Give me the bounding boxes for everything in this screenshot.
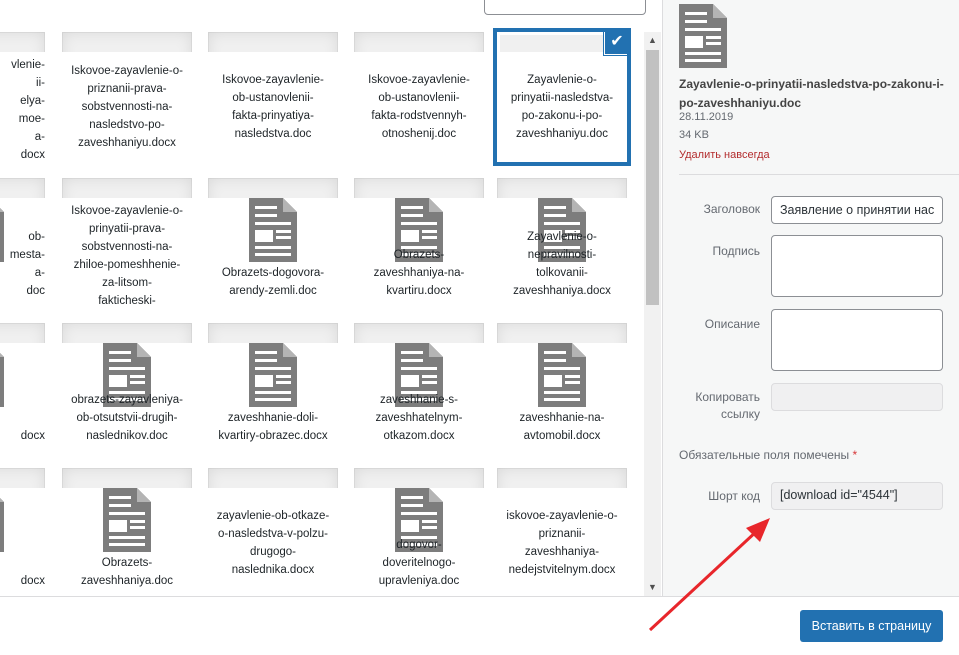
tile-filename: Iskovoe-zayavlenie-o-prinyatii-prava-sob… <box>71 205 183 307</box>
tile-filename: zaveshhanie-s-zaveshhatelnym-otkazom.doc… <box>375 394 463 442</box>
tile-filename: zayavlenie-ob-otkaze-o-nasledstva-v-polz… <box>216 510 330 576</box>
tile-filename: Iskovoe-zayavlenie-ob-ustanovlenii-fakta… <box>222 74 324 140</box>
tile-filename: dogovor-doveritelnogo-upravleniya.doc <box>378 539 460 587</box>
tile-filename: ob-mesta-a-doc <box>9 231 45 297</box>
attachment-tile[interactable]: obrazets-zayavleniya-ob-otsutstvii-drugi… <box>62 323 192 453</box>
document-icon <box>249 198 297 262</box>
copy-link-label: Копировать ссылку <box>695 390 760 421</box>
attachment-tile[interactable]: Iskovoe-zayavlenie-o-prinyatii-prava-sob… <box>62 178 192 308</box>
attachment-tile[interactable]: Obrazets-dogovora-arendy-zemli.doc <box>208 178 338 308</box>
copy-link-input[interactable] <box>771 383 943 411</box>
attachment-tile[interactable]: Iskovoe-zayavlenie-ob-ustanovlenii-fakta… <box>354 32 484 162</box>
attachment-details: Zayavlenie-o-prinyatii-nasledstva-po-zak… <box>662 0 959 596</box>
tile-filename: zaveshhanie-doli-kvartiry-obrazec.docx <box>218 412 328 442</box>
attachments-grid: vlenie-ii-elya-moe-a-docx Iskovoe-zayavle… <box>0 0 662 596</box>
required-note-text: Обязательные поля помечены <box>679 448 850 462</box>
attachment-tile[interactable]: Iskovoe-zayavlenie-o-priznanii-prava-sob… <box>62 32 192 162</box>
tile-filename: zaveshhanie-na-avtomobil.docx <box>519 412 605 442</box>
attachment-tile[interactable]: zaveshhanie-doli-kvartiry-obrazec.docx <box>208 323 338 453</box>
tile-filename: Zayavlenie-o-prinyatii-nasledstva-po-zak… <box>510 74 614 140</box>
required-fields-note: Обязательные поля помечены * <box>679 448 857 462</box>
search-input[interactable] <box>484 0 646 15</box>
divider <box>679 174 959 175</box>
title-input[interactable]: Заявление о принятии нас <box>771 196 943 224</box>
attachment-tile[interactable]: zayavlenie-ob-otkaze-o-nasledstva-v-polz… <box>208 468 338 596</box>
document-icon <box>249 343 297 407</box>
attachment-tile[interactable]: docx <box>0 468 45 596</box>
tile-filename: Iskovoe-zayavlenie-ob-ustanovlenii-fakta… <box>368 74 470 140</box>
shortcode-label: Шорт код <box>708 489 760 503</box>
attachment-tile[interactable]: docx <box>0 323 45 453</box>
attachment-tile[interactable]: Obrazets-zaveshhaniya.doc <box>62 468 192 596</box>
attachment-tile[interactable]: dogovor-doveritelnogo-upravleniya.doc <box>354 468 484 596</box>
tile-filename: docx <box>20 430 45 442</box>
document-icon <box>538 343 586 407</box>
tile-filename: Obrazets-dogovora-arendy-zemli.doc <box>221 267 325 297</box>
attachment-tile[interactable]: zaveshhanie-s-zaveshhatelnym-otkazom.doc… <box>354 323 484 453</box>
tile-filename: Obrazets-zaveshhaniya.doc <box>80 557 174 587</box>
scroll-up-icon[interactable]: ▲ <box>644 32 661 49</box>
checkmark-icon[interactable]: ✔ <box>605 32 627 54</box>
attachment-size: 34 KB <box>679 129 709 141</box>
attachment-tile[interactable]: zaveshhanie-na-avtomobil.docx <box>497 323 627 453</box>
attachment-tile[interactable]: vlenie-ii-elya-moe-a-docx <box>0 32 45 162</box>
tile-filename: obrazets-zayavleniya-ob-otsutstvii-drugi… <box>71 394 183 442</box>
tile-filename: Iskovoe-zayavlenie-o-priznanii-prava-sob… <box>71 65 183 149</box>
insert-into-page-button[interactable]: Вставить в страницу <box>800 610 943 642</box>
tile-filename: iskovoe-zayavlenie-o-priznanii-zaveshhan… <box>506 510 618 576</box>
tile-filename: Zayavlenie-o-nepravilnosti-tolkovanii-za… <box>513 231 611 297</box>
document-icon <box>679 4 727 68</box>
title-label: Заголовок <box>703 202 760 216</box>
media-toolbar: Вставить в страницу <box>0 596 959 655</box>
shortcode-input[interactable]: [download id="4544"] <box>771 482 943 510</box>
scroll-down-icon[interactable]: ▼ <box>644 579 661 596</box>
description-textarea[interactable] <box>771 309 943 371</box>
tile-filename: vlenie-ii-elya-moe-a-docx <box>11 59 45 161</box>
attachment-tile[interactable]: Iskovoe-zayavlenie-ob-ustanovlenii-fakta… <box>208 32 338 162</box>
delete-permanently-link[interactable]: Удалить навсегда <box>679 149 770 161</box>
attachment-tile[interactable]: Zayavlenie-o-prinyatii-nasledstva-po-zak… <box>497 32 627 162</box>
caption-label: Подпись <box>712 244 761 258</box>
required-star: * <box>852 448 858 462</box>
attachment-tile[interactable]: Obrazets-zaveshhaniya-na-kvartiru.docx <box>354 178 484 308</box>
attachment-tile[interactable]: Zayavlenie-o-nepravilnosti-tolkovanii-za… <box>497 178 627 308</box>
attachment-tile[interactable]: ob-mesta-a-doc <box>0 178 45 308</box>
scroll-thumb[interactable] <box>646 50 659 305</box>
document-icon <box>103 488 151 552</box>
tile-filename: Obrazets-zaveshhaniya-na-kvartiru.docx <box>373 249 465 297</box>
tile-filename: docx <box>20 575 45 587</box>
attachment-date: 28.11.2019 <box>679 111 734 123</box>
attachment-tile[interactable]: iskovoe-zayavlenie-o-priznanii-zaveshhan… <box>497 468 627 596</box>
description-label: Описание <box>704 317 760 331</box>
attachment-filename: Zayavlenie-o-prinyatii-nasledstva-po-zak… <box>679 77 944 110</box>
grid-scrollbar[interactable]: ▲ ▼ <box>644 32 661 596</box>
caption-textarea[interactable] <box>771 235 943 297</box>
